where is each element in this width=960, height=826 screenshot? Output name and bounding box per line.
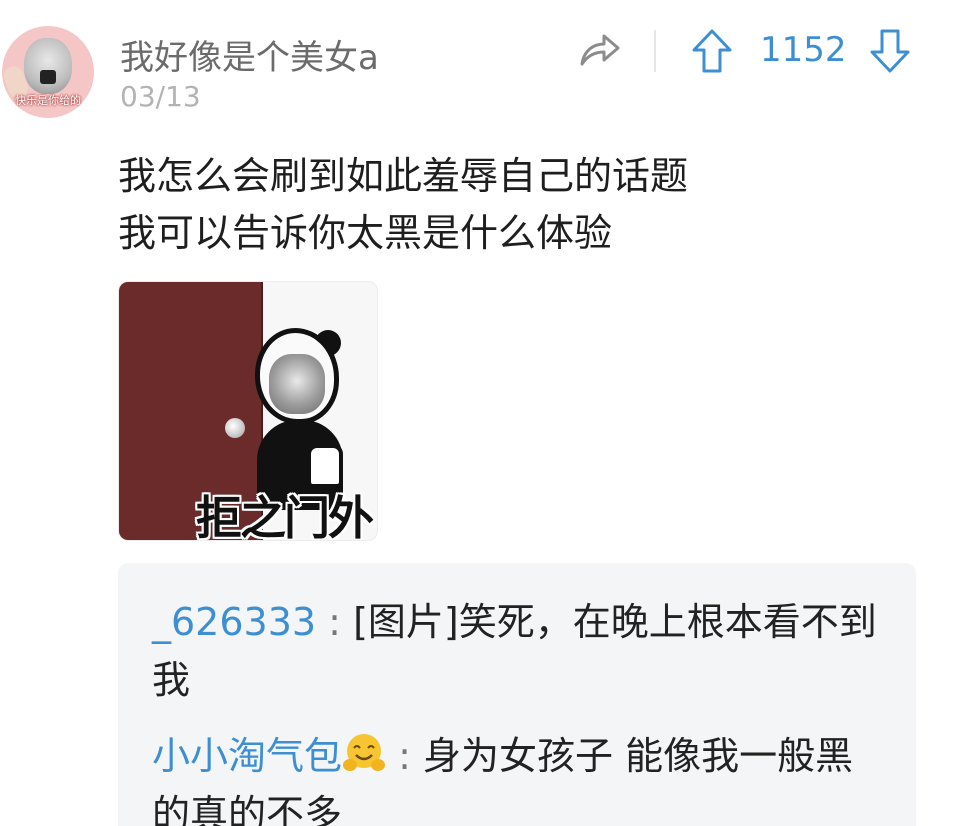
avatar-face (24, 38, 72, 94)
post-body-line: 我怎么会刷到如此羞辱自己的话题 (118, 154, 689, 198)
avatar-caption: 快乐是你给的 (15, 94, 81, 107)
reply-separator: : (398, 734, 411, 778)
username[interactable]: 我好像是个美女a (120, 30, 379, 79)
post-date: 03/13 (120, 80, 201, 113)
hugging-face-emoji-icon (342, 731, 386, 775)
post-card: 快乐是你给的 我好像是个美女a 03/13 1152 我怎么会刷到如此羞辱自己的… (0, 0, 960, 826)
reply-separator: : (328, 600, 341, 644)
image-caption: 拒之门外 (196, 491, 374, 541)
panda-face (269, 354, 325, 414)
reply-author[interactable]: _626333 (152, 600, 316, 644)
avatar-mouth (40, 70, 56, 84)
reply-item[interactable]: 小小淘气包 : 身为女孩子 能像我一般黑的真的不多 (152, 727, 882, 826)
post-image[interactable]: 拒之门外 (118, 281, 378, 541)
arrow-down-icon[interactable] (868, 28, 912, 74)
reply-preview[interactable]: _626333 : [图片]笑死，在晚上根本看不到我 小小淘气包 : 身为女孩子… (118, 563, 916, 826)
door-knob (225, 418, 245, 438)
reply-author[interactable]: 小小淘气包 (152, 734, 342, 778)
avatar[interactable]: 快乐是你给的 (2, 26, 94, 118)
action-divider (654, 30, 656, 72)
arrow-up-icon[interactable] (690, 28, 734, 74)
reply-item[interactable]: _626333 : [图片]笑死，在晚上根本看不到我 (152, 593, 882, 709)
share-icon[interactable] (578, 30, 622, 70)
post-body: 我怎么会刷到如此羞辱自己的话题 我可以告诉你太黑是什么体验 (118, 148, 688, 262)
vote-score: 1152 (760, 30, 847, 70)
post-body-line: 我可以告诉你太黑是什么体验 (118, 211, 613, 255)
